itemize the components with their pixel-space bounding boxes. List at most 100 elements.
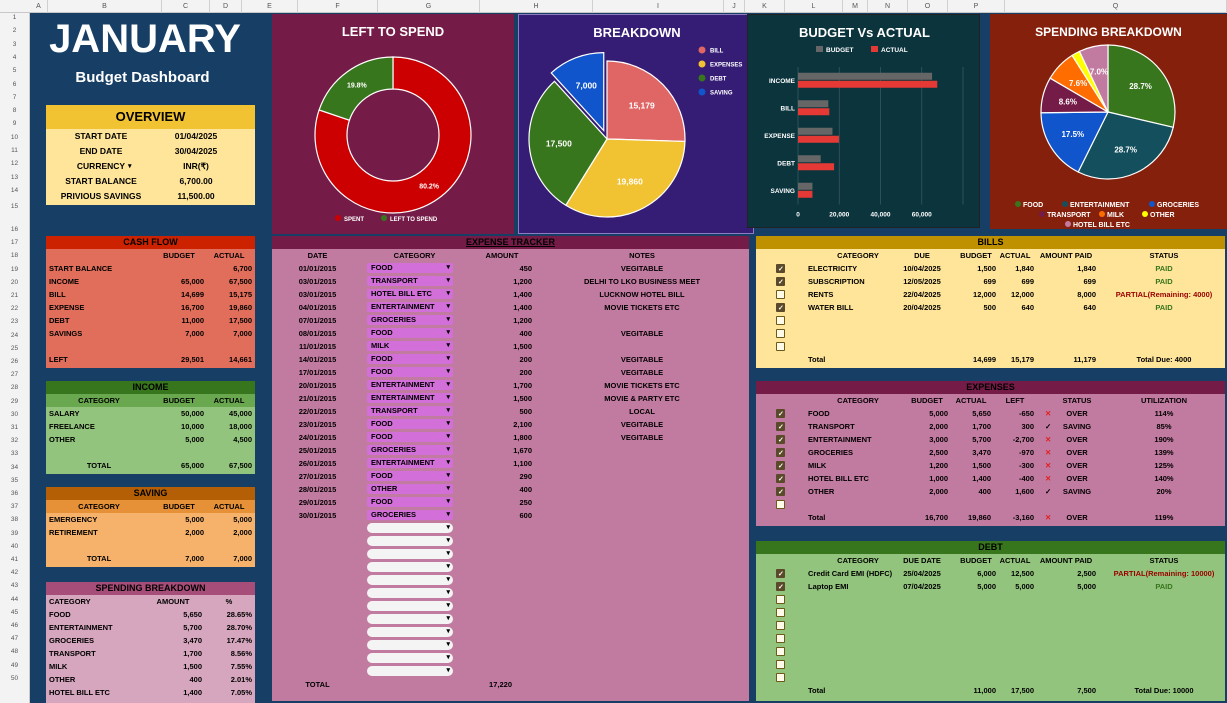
- category-dropdown[interactable]: [367, 562, 453, 572]
- date-cell[interactable]: 17/01/2015: [290, 366, 345, 379]
- amount-cell[interactable]: 1,400: [472, 288, 532, 301]
- category-dropdown[interactable]: FOOD: [367, 419, 453, 429]
- checkbox[interactable]: [776, 263, 785, 276]
- checkbox[interactable]: [776, 408, 785, 421]
- bar-actual-bill[interactable]: [798, 108, 830, 116]
- row-header[interactable]: 18: [0, 252, 29, 259]
- notes-cell[interactable]: DELHI TO LKO BUSINESS MEET: [542, 275, 742, 288]
- row-header[interactable]: 12: [0, 160, 29, 167]
- notes-cell[interactable]: MOVIE & PARTY ETC: [542, 392, 742, 405]
- row-header[interactable]: 8: [0, 107, 29, 114]
- category-dropdown[interactable]: TRANSPORT: [367, 276, 453, 286]
- notes-cell[interactable]: MOVIE TICKETS ETC: [542, 301, 742, 314]
- category-dropdown[interactable]: FOOD: [367, 471, 453, 481]
- category-dropdown[interactable]: [367, 666, 453, 676]
- category-dropdown[interactable]: FOOD: [367, 328, 453, 338]
- date-cell[interactable]: 23/01/2015: [290, 418, 345, 431]
- date-cell[interactable]: 22/01/2015: [290, 405, 345, 418]
- date-cell[interactable]: 04/01/2015: [290, 301, 345, 314]
- notes-cell[interactable]: VEGITABLE: [542, 366, 742, 379]
- row-header[interactable]: 49: [0, 662, 29, 669]
- chevron-down-icon[interactable]: ▾: [128, 159, 132, 174]
- date-cell[interactable]: 25/01/2015: [290, 444, 345, 457]
- column-header[interactable]: A: [30, 0, 48, 13]
- category-dropdown[interactable]: GROCERIES: [367, 445, 453, 455]
- category-dropdown[interactable]: ENTERTAINMENT: [367, 458, 453, 468]
- checkbox[interactable]: [776, 342, 785, 351]
- date-cell[interactable]: 03/01/2015: [290, 275, 345, 288]
- row-header[interactable]: 5: [0, 67, 29, 74]
- column-header[interactable]: H: [480, 0, 593, 13]
- row-header[interactable]: 28: [0, 384, 29, 391]
- category-dropdown[interactable]: [367, 549, 453, 559]
- column-header[interactable]: D: [210, 0, 242, 13]
- checkbox[interactable]: [776, 595, 785, 604]
- column-header[interactable]: G: [378, 0, 480, 13]
- row-header[interactable]: 31: [0, 424, 29, 431]
- date-cell[interactable]: 08/01/2015: [290, 327, 345, 340]
- row-header[interactable]: 45: [0, 609, 29, 616]
- row-header[interactable]: 37: [0, 503, 29, 510]
- notes-cell[interactable]: VEGITABLE: [542, 353, 742, 366]
- category-dropdown[interactable]: TRANSPORT: [367, 406, 453, 416]
- checkbox[interactable]: [776, 581, 785, 594]
- checkbox[interactable]: [776, 329, 785, 338]
- notes-cell[interactable]: LUCKNOW HOTEL BILL: [542, 288, 742, 301]
- row-header[interactable]: 13: [0, 174, 29, 181]
- category-dropdown[interactable]: [367, 536, 453, 546]
- bar-budget-debt[interactable]: [798, 155, 821, 163]
- date-cell[interactable]: 26/01/2015: [290, 457, 345, 470]
- date-cell[interactable]: 07/01/2015: [290, 314, 345, 327]
- row-header[interactable]: 22: [0, 305, 29, 312]
- checkbox[interactable]: [776, 421, 785, 434]
- checkbox[interactable]: [776, 473, 785, 486]
- amount-cell[interactable]: 1,500: [472, 340, 532, 353]
- row-header[interactable]: 47: [0, 635, 29, 642]
- bar-budget-bill[interactable]: [798, 100, 829, 108]
- date-cell[interactable]: 21/01/2015: [290, 392, 345, 405]
- row-header[interactable]: 23: [0, 318, 29, 325]
- row-header[interactable]: 29: [0, 398, 29, 405]
- row-header[interactable]: 1: [0, 14, 29, 21]
- date-cell[interactable]: 14/01/2015: [290, 353, 345, 366]
- row-header[interactable]: 38: [0, 516, 29, 523]
- bar-budget-saving[interactable]: [798, 182, 813, 190]
- row-header[interactable]: 33: [0, 450, 29, 457]
- row-header[interactable]: 48: [0, 648, 29, 655]
- row-header[interactable]: 9: [0, 120, 29, 127]
- column-header[interactable]: C: [162, 0, 210, 13]
- bar-actual-expense[interactable]: [798, 135, 839, 143]
- row-header[interactable]: 35: [0, 477, 29, 484]
- row-header[interactable]: 39: [0, 530, 29, 537]
- row-header[interactable]: 7: [0, 94, 29, 101]
- row-header[interactable]: 19: [0, 266, 29, 273]
- notes-cell[interactable]: MOVIE TICKETS ETC: [542, 379, 742, 392]
- row-header[interactable]: 6: [0, 81, 29, 88]
- amount-cell[interactable]: 1,200: [472, 275, 532, 288]
- row-header[interactable]: 42: [0, 569, 29, 576]
- category-dropdown[interactable]: HOTEL BILL ETC: [367, 289, 453, 299]
- row-header[interactable]: 21: [0, 292, 29, 299]
- row-header[interactable]: 46: [0, 622, 29, 629]
- bar-budget-expense[interactable]: [798, 127, 833, 135]
- row-header[interactable]: 14: [0, 187, 29, 194]
- row-header[interactable]: 25: [0, 345, 29, 352]
- column-header[interactable]: Q: [1005, 0, 1227, 13]
- category-dropdown[interactable]: FOOD: [367, 263, 453, 273]
- amount-cell[interactable]: 600: [472, 509, 532, 522]
- amount-cell[interactable]: 400: [472, 327, 532, 340]
- category-dropdown[interactable]: FOOD: [367, 432, 453, 442]
- date-cell[interactable]: 01/01/2015: [290, 262, 345, 275]
- row-header[interactable]: 32: [0, 437, 29, 444]
- row-header[interactable]: 11: [0, 147, 29, 154]
- row-header[interactable]: 50: [0, 675, 29, 682]
- category-dropdown[interactable]: [367, 523, 453, 533]
- notes-cell[interactable]: VEGITABLE: [542, 431, 742, 444]
- category-dropdown[interactable]: ENTERTAINMENT: [367, 380, 453, 390]
- checkbox[interactable]: [776, 608, 785, 617]
- row-header[interactable]: 17: [0, 239, 29, 246]
- bar-actual-saving[interactable]: [798, 190, 813, 198]
- row-header[interactable]: 2: [0, 27, 29, 34]
- amount-cell[interactable]: 200: [472, 353, 532, 366]
- row-header[interactable]: 3: [0, 41, 29, 48]
